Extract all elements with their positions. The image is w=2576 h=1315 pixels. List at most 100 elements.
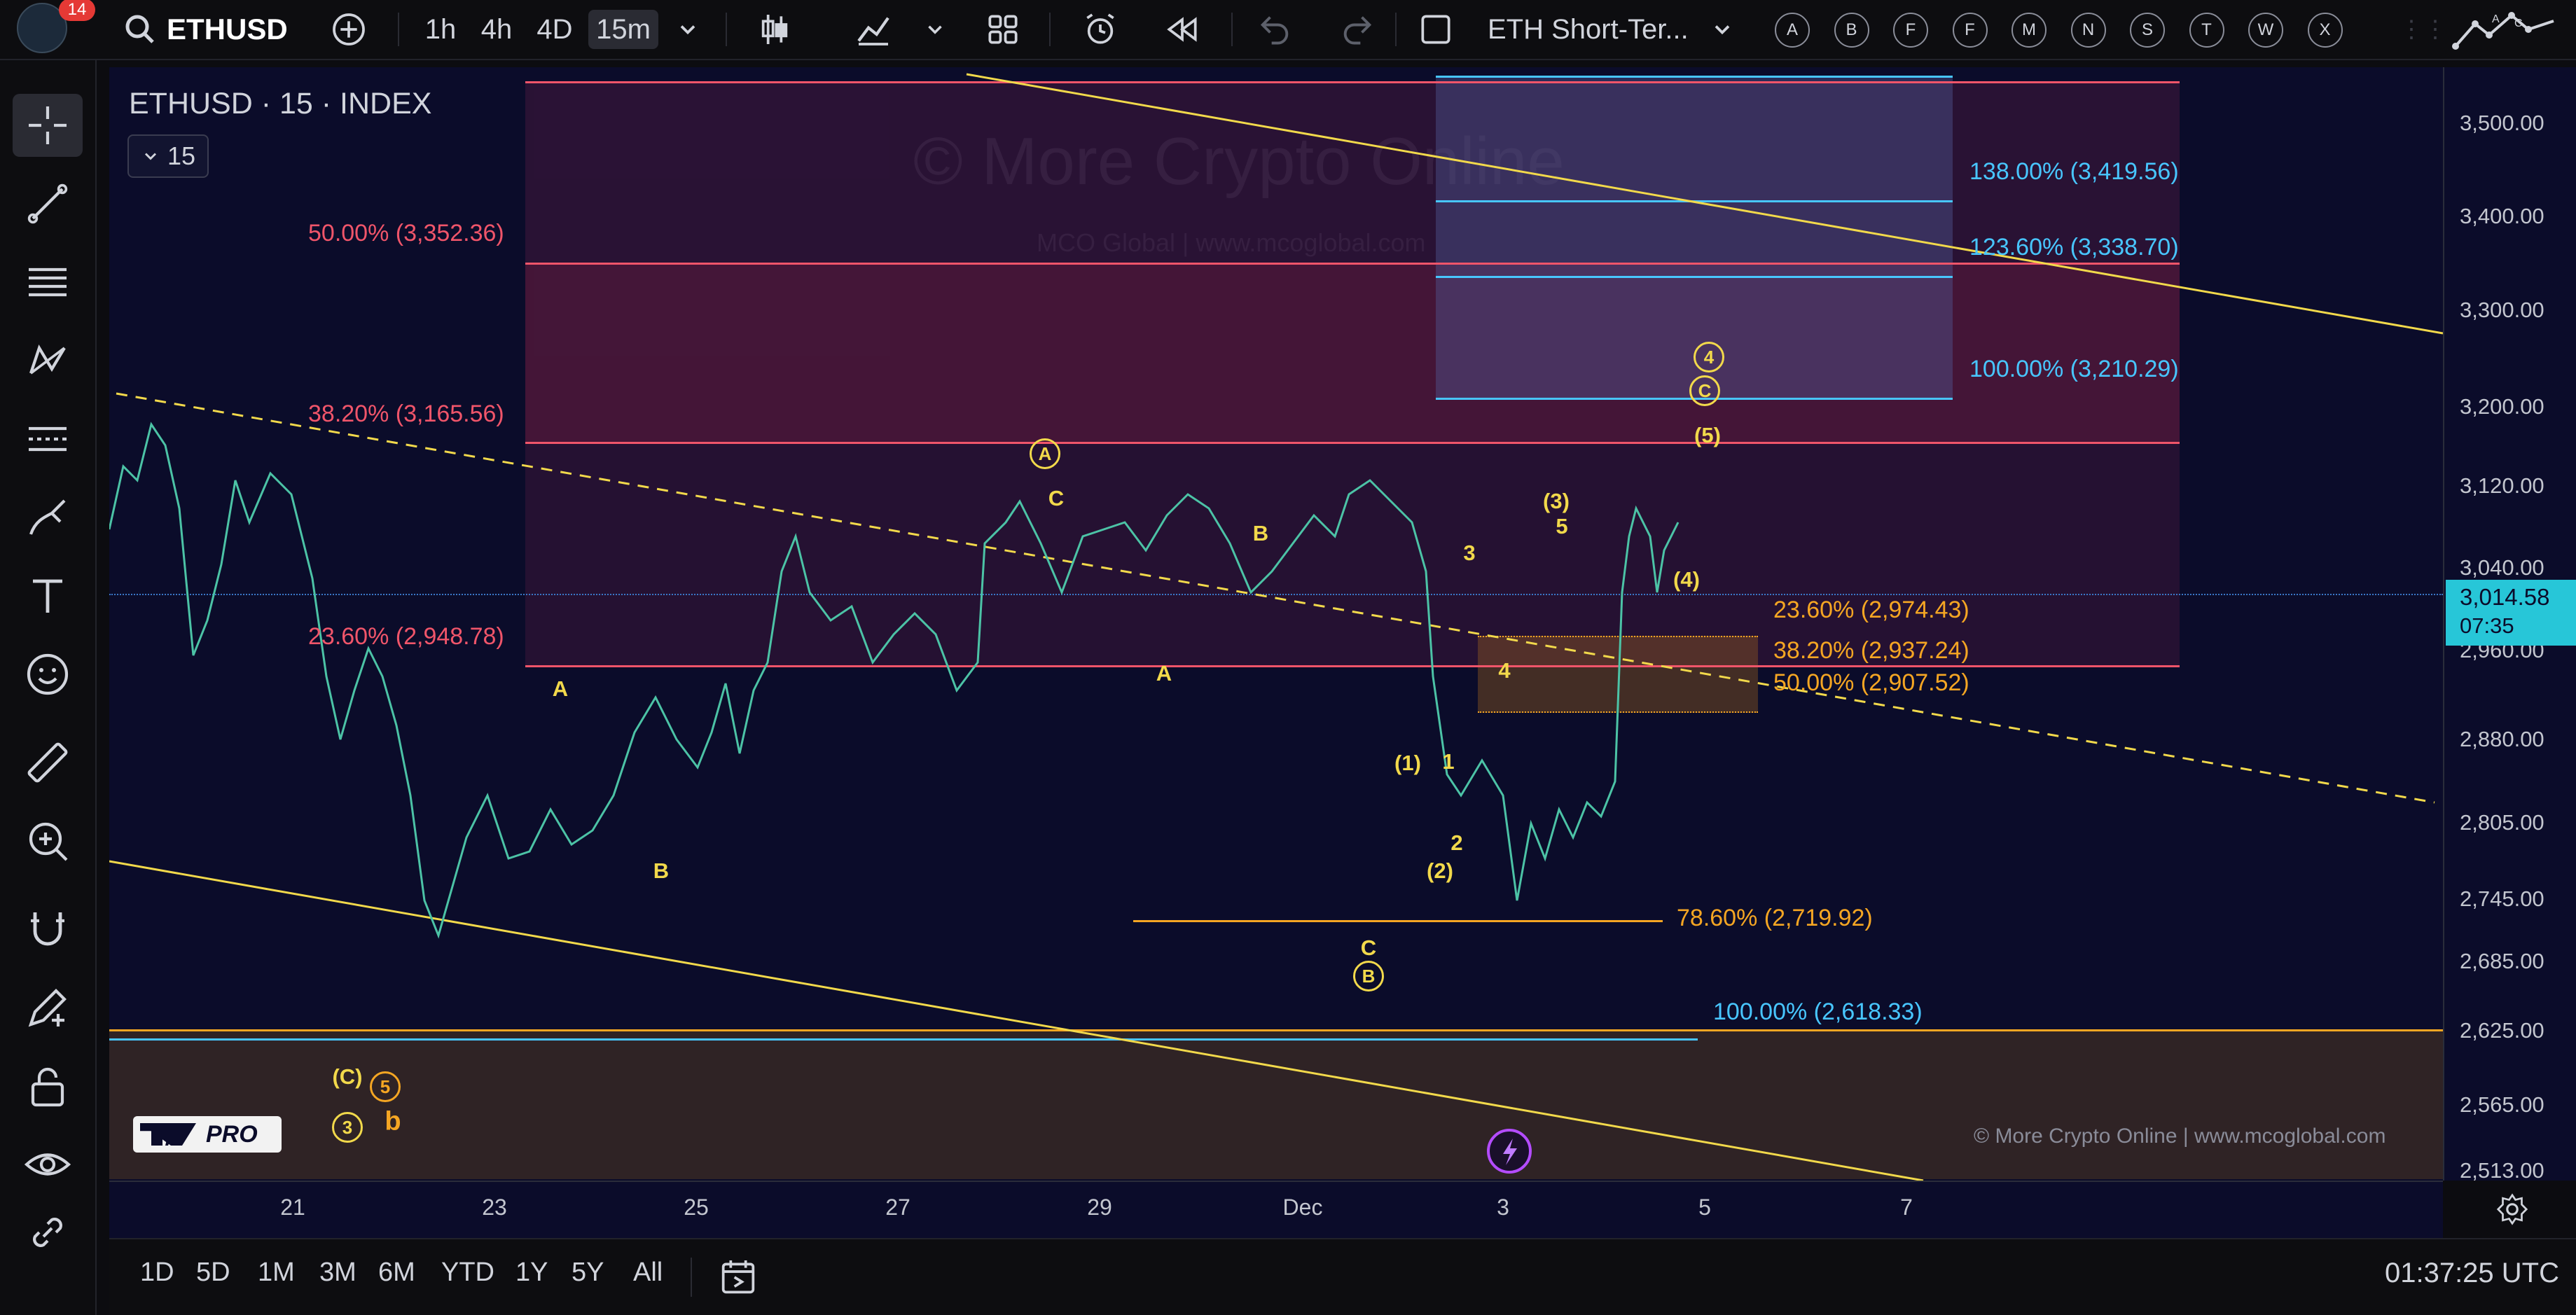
rewind-icon bbox=[1167, 17, 1197, 42]
symbol-search[interactable]: ETHUSD bbox=[123, 10, 288, 49]
alert-letter-s-6[interactable]: S bbox=[2130, 13, 2165, 48]
lock-drawings-tool[interactable] bbox=[13, 1055, 83, 1118]
trend-line-tool[interactable] bbox=[13, 172, 83, 235]
pattern-tool[interactable] bbox=[13, 329, 83, 392]
search-icon bbox=[125, 15, 154, 43]
time-tick: 29 bbox=[1087, 1195, 1112, 1220]
interval-4h[interactable]: 4h bbox=[471, 10, 522, 49]
chevron-down-icon bbox=[680, 25, 695, 35]
chevron-down-icon bbox=[1715, 25, 1730, 35]
price-tick: 2,625.00 bbox=[2460, 1018, 2544, 1043]
replay-button[interactable] bbox=[1160, 10, 1205, 49]
svg-text:A: A bbox=[2492, 13, 2500, 25]
interval-15m[interactable]: 15m bbox=[588, 10, 658, 49]
emoji-tool[interactable] bbox=[13, 643, 83, 706]
alert-button[interactable] bbox=[1076, 10, 1125, 49]
alert-letter-m-4[interactable]: M bbox=[2011, 13, 2047, 48]
measure-tool[interactable] bbox=[13, 731, 83, 794]
wave-label-p4: (4) bbox=[1673, 567, 1700, 592]
zoom-tool[interactable] bbox=[13, 809, 83, 872]
range-1m[interactable]: 1M bbox=[258, 1258, 295, 1288]
magnet-tool[interactable] bbox=[13, 898, 83, 961]
hide-drawings-tool[interactable] bbox=[13, 1133, 83, 1196]
wave-label-2: 2 bbox=[1450, 830, 1463, 855]
range-1y[interactable]: 1Y bbox=[515, 1258, 548, 1288]
crosshair-icon bbox=[29, 106, 67, 144]
calendar-arrow-icon bbox=[721, 1260, 755, 1294]
bar-countdown: 07:35 bbox=[2460, 613, 2514, 638]
ruler-icon bbox=[27, 742, 68, 783]
compare-add-button[interactable] bbox=[326, 10, 371, 49]
wave-label-5: 5 bbox=[1556, 514, 1568, 538]
redo-button[interactable] bbox=[1336, 10, 1378, 49]
interval-4d[interactable]: 4D bbox=[528, 10, 581, 49]
time-tick: 25 bbox=[684, 1195, 709, 1220]
fib-label-red-50: 50.00% (3,352.36) bbox=[308, 220, 504, 246]
indicators-button[interactable] bbox=[849, 10, 898, 49]
indicators-dropdown[interactable] bbox=[917, 10, 953, 49]
time-tick: 7 bbox=[1900, 1195, 1913, 1220]
smiley-icon bbox=[27, 653, 69, 695]
trendline-upper bbox=[966, 73, 2443, 335]
alert-letter-a-0[interactable]: A bbox=[1775, 13, 1810, 48]
wave-label-p3: (3) bbox=[1543, 489, 1570, 513]
brush-tool[interactable] bbox=[13, 486, 83, 549]
current-price-tag: 3,014.58 07:35 bbox=[2446, 580, 2576, 646]
range-1d[interactable]: 1D bbox=[140, 1258, 174, 1288]
wave-circle-4: 4 bbox=[1694, 342, 1724, 373]
fib-tool[interactable] bbox=[13, 251, 83, 314]
svg-text:C: C bbox=[2514, 18, 2523, 29]
price-tick: 2,805.00 bbox=[2460, 810, 2544, 835]
plus-circle-icon bbox=[333, 13, 365, 46]
fib-label-red-382: 38.20% (3,165.56) bbox=[308, 401, 504, 427]
range-all[interactable]: All bbox=[633, 1258, 663, 1288]
price-tick: 3,500.00 bbox=[2460, 111, 2544, 135]
fib-retracement-icon bbox=[29, 267, 67, 297]
interval-badge[interactable]: 15 bbox=[127, 134, 209, 178]
date-range-button[interactable] bbox=[716, 1255, 765, 1300]
remove-drawings-tool[interactable] bbox=[13, 1211, 83, 1253]
chart-title: ETHUSD · 15 · INDEX bbox=[129, 87, 432, 120]
crosshair-tool[interactable] bbox=[13, 94, 83, 157]
templates-button[interactable] bbox=[981, 10, 1025, 49]
axis-settings-button[interactable] bbox=[2493, 1190, 2535, 1230]
layout-select[interactable]: ETH Short-Ter... bbox=[1416, 10, 1738, 49]
wave-label-4: 4 bbox=[1498, 658, 1511, 683]
interval-1h[interactable]: 1h bbox=[416, 10, 465, 49]
candle-type-button[interactable] bbox=[752, 10, 797, 49]
alert-letter-x-9[interactable]: X bbox=[2307, 13, 2343, 48]
tradingview-logo: PRO bbox=[133, 1116, 282, 1153]
redo-icon bbox=[1343, 16, 1372, 45]
range-3m[interactable]: 3M bbox=[319, 1258, 356, 1288]
text-tool[interactable] bbox=[13, 564, 83, 627]
alert-letter-f-3[interactable]: F bbox=[1952, 13, 1988, 48]
alert-letter-n-5[interactable]: N bbox=[2070, 13, 2106, 48]
drag-handle[interactable]: ⋮⋮ bbox=[2400, 10, 2447, 49]
forecast-tool[interactable] bbox=[13, 408, 83, 471]
time-tick: Dec bbox=[1282, 1195, 1323, 1220]
range-5y[interactable]: 5Y bbox=[572, 1258, 604, 1288]
price-tick: 2,685.00 bbox=[2460, 949, 2544, 973]
price-tick: 2,880.00 bbox=[2460, 727, 2544, 751]
brush-icon bbox=[29, 499, 66, 535]
indicators-icon bbox=[857, 17, 889, 46]
range-6m[interactable]: 6M bbox=[378, 1258, 415, 1288]
symbol-label: ETHUSD bbox=[167, 13, 288, 46]
stay-drawing-tool[interactable] bbox=[13, 976, 83, 1039]
range-ytd[interactable]: YTD bbox=[441, 1258, 494, 1288]
chart-pane[interactable]: © More Crypto Online MCO Global | www.mc… bbox=[109, 67, 2443, 1181]
range-5d[interactable]: 5D bbox=[196, 1258, 230, 1288]
price-axis[interactable]: 3,500.00 3,400.00 3,300.00 3,200.00 3,120.00… bbox=[2443, 67, 2576, 1183]
time-axis[interactable]: 21 23 25 27 29 Dec 3 5 7 bbox=[109, 1181, 2443, 1238]
elliott-tool-button[interactable]: AC bbox=[2450, 10, 2562, 50]
alert-letter-b-1[interactable]: B bbox=[1834, 13, 1869, 48]
alert-letter-w-8[interactable]: W bbox=[2248, 13, 2283, 48]
utc-clock[interactable]: 01:37:25 UTC bbox=[2385, 1258, 2559, 1289]
alert-letter-f-2[interactable]: F bbox=[1893, 13, 1928, 48]
alert-letter-t-7[interactable]: T bbox=[2189, 13, 2224, 48]
time-tick: 23 bbox=[482, 1195, 507, 1220]
interval-dropdown[interactable] bbox=[668, 10, 707, 49]
wave-label-p5: (5) bbox=[1694, 423, 1721, 447]
undo-button[interactable] bbox=[1254, 10, 1296, 49]
price-tick: 3,040.00 bbox=[2460, 555, 2544, 580]
